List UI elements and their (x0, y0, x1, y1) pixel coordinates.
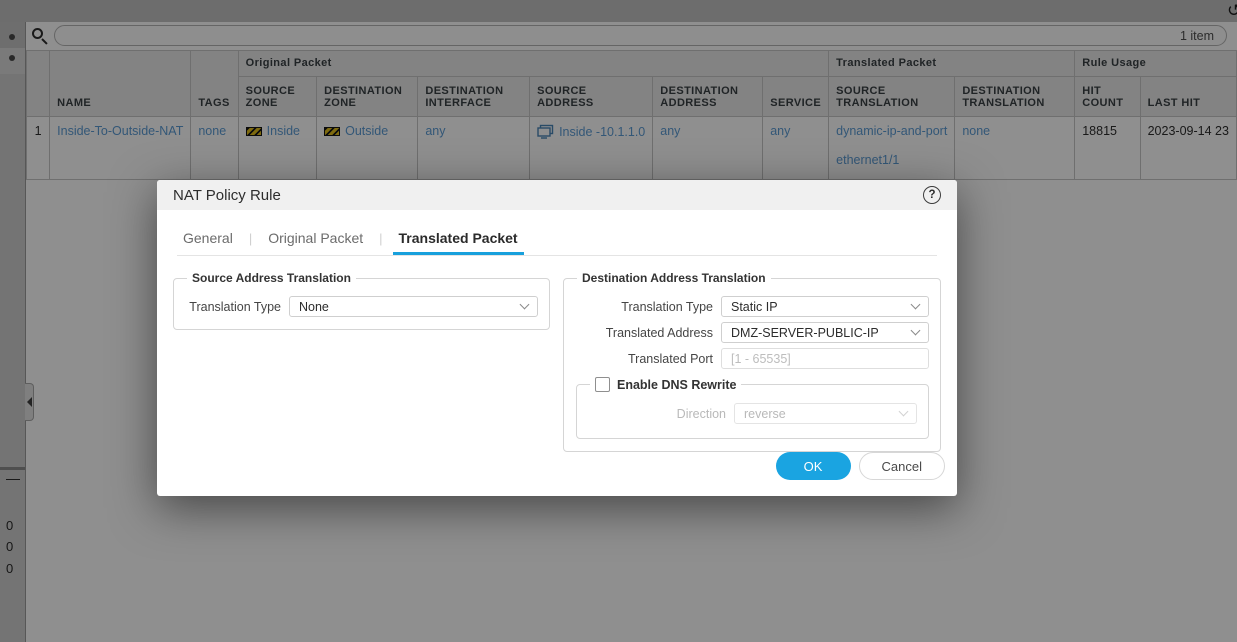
enable-dns-rewrite-checkbox[interactable] (595, 377, 610, 392)
cancel-button[interactable]: Cancel (859, 452, 945, 480)
enable-dns-rewrite-section: Enable DNS Rewrite Direction reverse (576, 377, 929, 439)
chevron-down-icon (911, 300, 921, 310)
direction-label: Direction (588, 407, 726, 421)
direction-select-disabled: reverse (734, 403, 917, 424)
source-address-translation-section: Source Address Translation Translation T… (173, 271, 550, 330)
direction-value: reverse (744, 407, 786, 421)
chevron-down-icon (899, 407, 909, 417)
translated-address-select[interactable]: DMZ-SERVER-PUBLIC-IP (721, 322, 929, 343)
destination-translation-type-select[interactable]: Static IP (721, 296, 929, 317)
destination-section-legend: Destination Address Translation (577, 271, 771, 285)
destination-translation-type-label: Translation Type (575, 300, 713, 314)
dialog-tabs: General | Original Packet | Translated P… (177, 226, 937, 256)
tab-original-packet[interactable]: Original Packet (262, 226, 369, 255)
tab-translated-packet[interactable]: Translated Packet (393, 226, 524, 255)
tab-separator: | (239, 227, 262, 255)
ok-button[interactable]: OK (776, 452, 851, 480)
nat-policy-rule-dialog: NAT Policy Rule ? General | Original Pac… (157, 180, 957, 496)
destination-address-translation-section: Destination Address Translation Translat… (563, 271, 941, 452)
translated-port-input[interactable] (721, 348, 929, 369)
help-icon[interactable]: ? (923, 186, 941, 204)
translated-address-label: Translated Address (575, 326, 713, 340)
dialog-body: Source Address Translation Translation T… (157, 256, 957, 452)
dialog-footer: OK Cancel (776, 452, 945, 480)
tab-general[interactable]: General (177, 226, 239, 255)
destination-translation-type-value: Static IP (731, 300, 778, 314)
chevron-down-icon (520, 300, 530, 310)
chevron-down-icon (911, 326, 921, 336)
dialog-header: NAT Policy Rule ? (157, 180, 957, 210)
source-translation-type-select[interactable]: None (289, 296, 538, 317)
tab-separator: | (369, 227, 392, 255)
translated-address-value: DMZ-SERVER-PUBLIC-IP (731, 326, 879, 340)
dialog-title: NAT Policy Rule (173, 187, 281, 204)
enable-dns-rewrite-label: Enable DNS Rewrite (617, 378, 736, 392)
source-translation-type-label: Translation Type (185, 300, 281, 314)
source-translation-type-value: None (299, 300, 329, 314)
translated-port-label: Translated Port (575, 352, 713, 366)
source-section-legend: Source Address Translation (187, 271, 356, 285)
